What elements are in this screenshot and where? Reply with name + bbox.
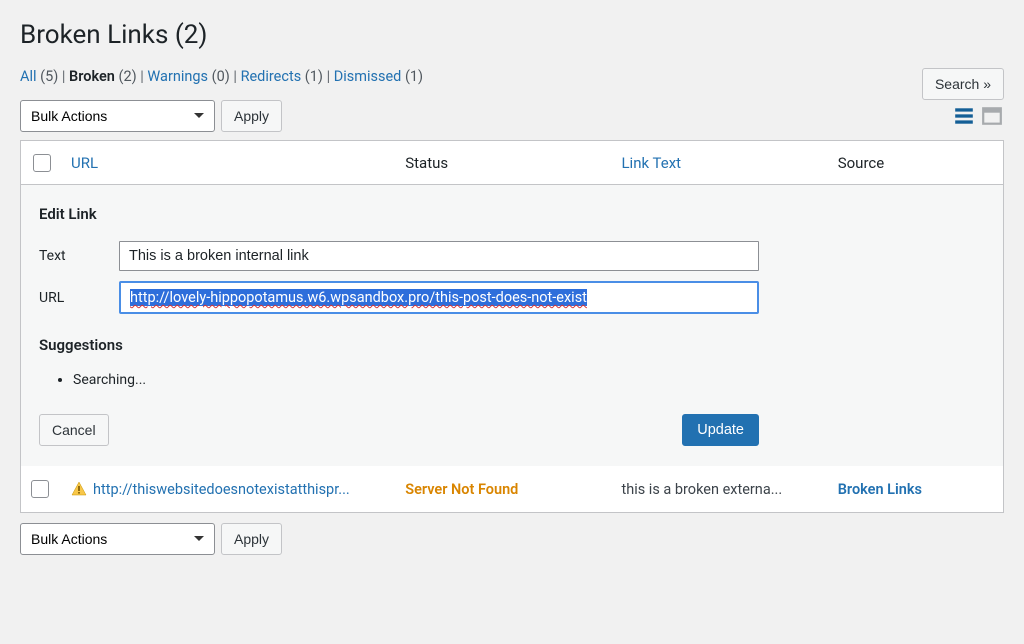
row-url-link[interactable]: http://thiswebsitedoesnotexistatthispr..…	[93, 481, 350, 498]
update-button[interactable]: Update	[682, 414, 759, 446]
bulk-actions-select[interactable]: Bulk Actions	[20, 100, 215, 132]
row-source-link[interactable]: Broken Links	[838, 481, 922, 498]
filter-dismissed-count: (1)	[405, 68, 423, 85]
table-row: http://thiswebsitedoesnotexistatthispr..…	[21, 466, 1004, 513]
page-title: Broken Links (2)	[20, 20, 1004, 50]
edit-url-input[interactable]: http://lovely-hippopotamus.w6.wpsandbox.…	[119, 281, 759, 314]
filter-dismissed[interactable]: Dismissed	[334, 68, 402, 85]
column-status: Status	[395, 141, 611, 185]
edit-url-label: URL	[39, 290, 119, 306]
row-link-text: this is a broken externa...	[611, 466, 827, 513]
bulk-actions-select-bottom[interactable]: Bulk Actions	[20, 523, 215, 555]
apply-button-bottom[interactable]: Apply	[221, 523, 282, 555]
search-button[interactable]: Search »	[922, 68, 1004, 100]
suggestions-heading: Suggestions	[39, 336, 985, 354]
column-source: Source	[828, 141, 1004, 185]
edit-text-input[interactable]	[119, 241, 759, 271]
view-excerpt-icon[interactable]	[980, 104, 1004, 128]
apply-button-top[interactable]: Apply	[221, 100, 282, 132]
column-url[interactable]: URL	[71, 154, 98, 172]
row-checkbox[interactable]	[31, 480, 49, 498]
filter-tabs: All (5) | Broken (2) | Warnings (0) | Re…	[20, 68, 423, 85]
select-all-checkbox[interactable]	[33, 154, 51, 172]
filter-all-count: (5)	[40, 68, 58, 85]
filter-all[interactable]: All	[20, 68, 37, 85]
filter-broken-count: (2)	[119, 68, 137, 85]
suggestion-searching: Searching...	[73, 372, 985, 388]
row-status: Server Not Found	[405, 481, 518, 498]
filter-redirects[interactable]: Redirects	[241, 68, 302, 85]
filter-redirects-count: (1)	[305, 68, 323, 85]
cancel-button[interactable]: Cancel	[39, 414, 109, 446]
view-list-icon[interactable]	[952, 104, 976, 128]
links-table: URL Status Link Text Source Edit Link Te…	[20, 140, 1004, 513]
column-link-text[interactable]: Link Text	[621, 154, 681, 172]
warning-icon	[71, 481, 87, 497]
filter-broken[interactable]: Broken	[69, 68, 115, 85]
filter-warnings-count: (0)	[212, 68, 230, 85]
edit-text-label: Text	[39, 248, 119, 264]
filter-warnings[interactable]: Warnings	[147, 68, 208, 85]
view-switcher	[952, 104, 1004, 128]
edit-link-heading: Edit Link	[39, 205, 985, 223]
